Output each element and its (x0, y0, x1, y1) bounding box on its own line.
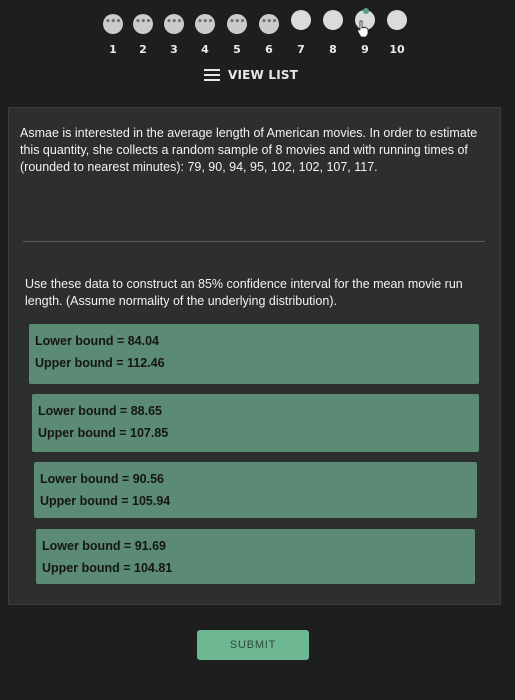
option-lower-bound: Lower bound = 84.04 (35, 334, 159, 348)
answer-option-2[interactable]: Lower bound = 88.65 Upper bound = 107.85 (32, 394, 479, 452)
question-dot-8[interactable] (323, 10, 343, 30)
answer-option-4[interactable]: Lower bound = 91.69 Upper bound = 104.81 (36, 529, 475, 584)
divider (23, 241, 485, 242)
option-lower-bound: Lower bound = 88.65 (38, 404, 162, 418)
question-dot-2[interactable]: ••• (133, 14, 153, 34)
option-upper-bound: Upper bound = 105.94 (40, 494, 171, 508)
view-list-button[interactable]: VIEW LIST (204, 68, 298, 82)
question-card: Asmae is interested in the average lengt… (8, 107, 501, 605)
question-dot-1[interactable]: ••• (103, 14, 123, 34)
question-number-9[interactable]: 9 (355, 43, 375, 56)
list-icon (204, 69, 220, 81)
question-number-5[interactable]: 5 (227, 43, 247, 56)
question-dot-3[interactable]: ••• (164, 14, 184, 34)
option-upper-bound: Upper bound = 112.46 (35, 356, 165, 370)
view-list-label: VIEW LIST (228, 68, 299, 82)
question-dot-5[interactable]: ••• (227, 14, 247, 34)
option-upper-bound: Upper bound = 104.81 (42, 561, 173, 575)
question-number-7[interactable]: 7 (291, 43, 311, 56)
option-upper-bound: Upper bound = 107.85 (38, 426, 169, 440)
question-number-8[interactable]: 8 (323, 43, 343, 56)
submit-button[interactable]: SUBMIT (197, 630, 309, 660)
question-prompt: Use these data to construct an 85% confi… (25, 277, 463, 308)
answer-option-3[interactable]: Lower bound = 90.56 Upper bound = 105.94 (34, 462, 477, 518)
question-navigator: ••• ••• ••• ••• ••• ••• 1 2 3 4 5 6 7 8 … (0, 0, 515, 100)
question-number-3[interactable]: 3 (164, 43, 184, 56)
question-dot-6[interactable]: ••• (259, 14, 279, 34)
question-number-10[interactable]: 10 (387, 43, 407, 56)
question-dot-10[interactable] (387, 10, 407, 30)
question-dot-4[interactable]: ••• (195, 14, 215, 34)
option-lower-bound: Lower bound = 90.56 (40, 472, 164, 486)
pointer-cursor-icon (357, 20, 369, 38)
answer-option-1[interactable]: Lower bound = 84.04 Upper bound = 112.46 (29, 324, 479, 384)
question-number-4[interactable]: 4 (195, 43, 215, 56)
question-number-1[interactable]: 1 (103, 43, 123, 56)
question-intro: Asmae is interested in the average lengt… (20, 126, 478, 174)
option-lower-bound: Lower bound = 91.69 (42, 539, 166, 553)
question-dot-7[interactable] (291, 10, 311, 30)
question-number-2[interactable]: 2 (133, 43, 153, 56)
question-number-6[interactable]: 6 (259, 43, 279, 56)
